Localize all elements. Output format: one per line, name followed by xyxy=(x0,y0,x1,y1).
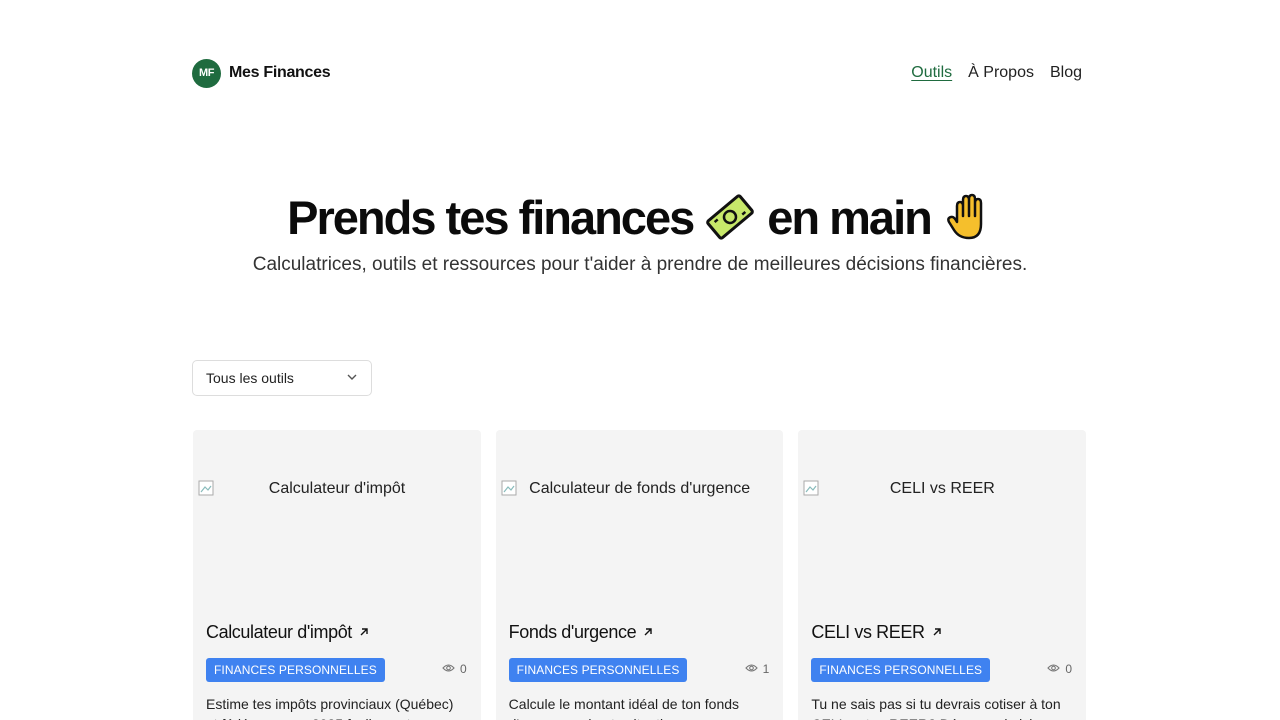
hero-title-part2: en main xyxy=(767,190,933,244)
tool-card[interactable]: CELI vs REER CELI vs REER FINANCES PERSO… xyxy=(798,430,1087,720)
arrow-up-right-icon xyxy=(358,622,370,643)
view-count: 1 xyxy=(744,662,770,676)
hero: Prends tes finances en main Calculatrice… xyxy=(0,186,1280,276)
raised-hand-icon xyxy=(943,192,993,242)
logo-badge: MF xyxy=(192,58,221,88)
brand-name: Mes Finances xyxy=(229,64,331,81)
card-title: Fonds d'urgence xyxy=(508,622,637,642)
card-image-alt: Calculateur de fonds d'urgence xyxy=(529,480,751,497)
card-image-alt: Calculateur d'impôt xyxy=(268,480,406,497)
card-title-link[interactable]: Calculateur d'impôt xyxy=(206,622,370,643)
card-title: Calculateur d'impôt xyxy=(206,622,352,642)
nav-link-a-propos[interactable]: À Propos xyxy=(968,64,1034,82)
category-badge: FINANCES PERSONNELLES xyxy=(508,658,688,682)
category-badge: FINANCES PERSONNELLES xyxy=(811,658,991,682)
card-description: Estime tes impôts provinciaux (Québec) e… xyxy=(206,696,454,720)
card-image: Calculateur de fonds d'urgence xyxy=(501,480,779,610)
card-image: Calculateur d'impôt xyxy=(198,480,476,610)
broken-image-icon xyxy=(803,480,819,496)
site-header: MF Mes Finances Outils À Propos Blog xyxy=(192,57,1082,89)
view-count-value: 1 xyxy=(762,662,770,676)
nav-link-blog[interactable]: Blog xyxy=(1050,64,1082,82)
eye-icon xyxy=(744,662,758,676)
arrow-up-right-icon xyxy=(931,622,943,643)
filter-selected-value: Tous les outils xyxy=(206,370,294,386)
dollar-bill-icon xyxy=(705,192,755,242)
brand[interactable]: MF Mes Finances xyxy=(192,58,331,88)
card-image-alt: CELI vs REER xyxy=(889,480,995,497)
view-count: 0 xyxy=(442,662,467,676)
hero-subtitle: Calculatrices, outils et ressources pour… xyxy=(252,254,1028,275)
card-title-link[interactable]: CELI vs REER xyxy=(811,622,942,643)
arrow-up-right-icon xyxy=(642,622,654,643)
category-badge: FINANCES PERSONNELLES xyxy=(206,658,385,682)
view-count-value: 0 xyxy=(459,662,467,676)
view-count-value: 0 xyxy=(1065,662,1073,676)
card-description: Calcule le montant idéal de ton fonds d'… xyxy=(508,696,740,720)
tool-card[interactable]: Calculateur d'impôt Calculateur d'impôt … xyxy=(193,430,481,720)
hero-title: Prends tes finances en main xyxy=(0,186,1280,248)
card-title-link[interactable]: Fonds d'urgence xyxy=(509,622,655,643)
main-nav: Outils À Propos Blog xyxy=(911,64,1082,82)
tool-card[interactable]: Calculateur de fonds d'urgence Fonds d'u… xyxy=(495,430,784,720)
broken-image-icon xyxy=(501,480,517,496)
nav-link-outils[interactable]: Outils xyxy=(911,64,952,82)
tools-grid: Calculateur d'impôt Calculateur d'impôt … xyxy=(193,430,1087,720)
eye-icon xyxy=(1047,662,1061,676)
hero-title-part1: Prends tes finances xyxy=(287,190,695,244)
card-description: Tu ne sais pas si tu devrais cotiser à t… xyxy=(811,696,1061,720)
card-title: CELI vs REER xyxy=(811,622,925,642)
view-count: 0 xyxy=(1047,662,1072,676)
eye-icon xyxy=(442,662,455,676)
category-filter-select[interactable]: Tous les outils xyxy=(192,360,372,396)
card-image: CELI vs REER xyxy=(803,480,1081,610)
broken-image-icon xyxy=(198,480,214,496)
chevron-down-icon xyxy=(346,370,358,386)
